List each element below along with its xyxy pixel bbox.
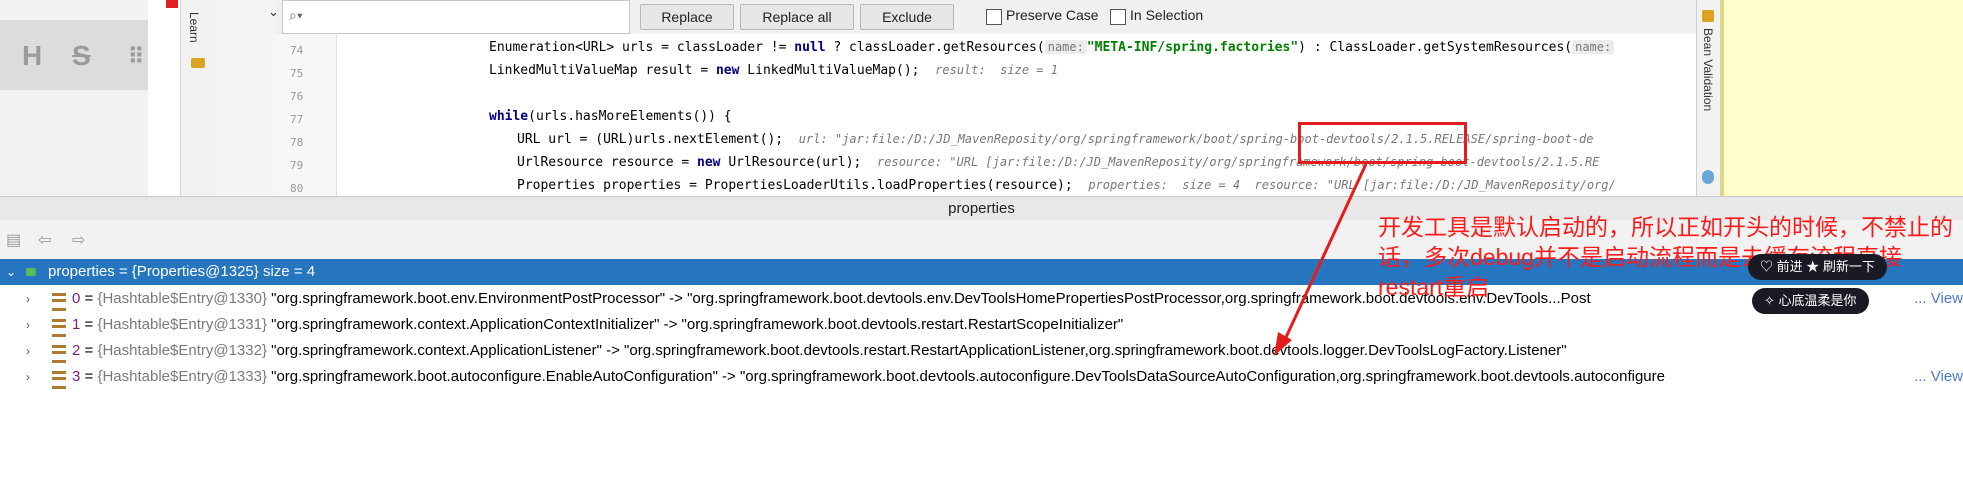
param-hint: name: [1572, 40, 1615, 54]
line-number: 78 [290, 136, 304, 149]
line-number-gutter [276, 34, 337, 196]
entry-value: "org.springframework.boot.autoconfigure.… [271, 368, 1665, 385]
forward-icon[interactable]: ⇨ [72, 230, 85, 250]
entry-index: 0 [72, 290, 81, 307]
code-text: UrlResource resource = [517, 155, 698, 170]
entry-text: 1 = {Hashtable$Entry@1331} "org.springfr… [72, 316, 1124, 333]
search-input[interactable]: ⌕▾ [282, 0, 630, 34]
view-link[interactable]: ... View [1914, 364, 1963, 390]
string-literal: "META-INF/spring.factories" [1086, 40, 1299, 55]
annotation-arrow [1274, 163, 1368, 356]
in-selection-checkbox[interactable] [1110, 9, 1126, 25]
code-text: LinkedMultiValueMap(); [739, 63, 920, 78]
param-hint: name: [1044, 40, 1087, 54]
keyword-new: new [697, 155, 721, 170]
chevron-area: ⌄ [216, 0, 279, 196]
keyword-while: while [489, 109, 529, 124]
entry-type: {Hashtable$Entry@1330} [97, 290, 267, 307]
code-line-77: while(urls.hasMoreElements()) { [489, 109, 732, 124]
bean-validation-strip[interactable]: Bean Validation [1696, 0, 1721, 196]
preserve-case-checkbox[interactable] [986, 9, 1002, 25]
entry-type: {Hashtable$Entry@1333} [97, 368, 267, 385]
danmaku-chip: ✧ 心底温柔是你 [1752, 288, 1869, 314]
code-text: ? classLoader.getResources( [825, 40, 1045, 55]
code-line-75: LinkedMultiValueMap result = new LinkedM… [489, 63, 1058, 78]
chevron-right-icon[interactable]: › [26, 364, 30, 390]
database-icon[interactable] [1702, 170, 1714, 184]
variable-value: = {Properties@1325} size = 4 [114, 263, 316, 280]
chevron-right-icon[interactable]: › [26, 286, 30, 312]
bean-validation-icon[interactable] [1702, 10, 1714, 22]
watch-icon[interactable]: ▤ [6, 230, 21, 250]
replace-all-button[interactable]: Replace all [740, 4, 854, 30]
root-variable: properties = {Properties@1325} size = 4 [48, 259, 315, 285]
field-icon [52, 319, 66, 337]
keyword-null: null [794, 40, 826, 55]
entry-index: 1 [72, 316, 81, 333]
arrow-shaft [1280, 163, 1368, 347]
bean-validation-label[interactable]: Bean Validation [1701, 28, 1715, 111]
close-corner[interactable] [166, 0, 178, 8]
learn-tool-window-strip[interactable]: Learn [180, 0, 218, 196]
line-number: 75 [290, 67, 304, 80]
chevron-right-icon[interactable]: › [26, 312, 30, 338]
field-icon [52, 371, 66, 389]
in-selection-label[interactable]: In Selection [1130, 7, 1203, 23]
line-number: 80 [290, 182, 304, 195]
exclude-button[interactable]: Exclude [860, 4, 954, 30]
entry-index: 3 [72, 368, 81, 385]
chevron-right-icon[interactable]: › [26, 338, 30, 364]
code-text: LinkedMultiValueMap result = [489, 63, 716, 78]
tree-row[interactable]: › 2 = {Hashtable$Entry@1332} "org.spring… [0, 338, 1963, 364]
search-icon[interactable]: ⌕▾ [289, 7, 303, 24]
left-toolbar-strip: H S ⠿ [0, 0, 148, 196]
notes-panel [1720, 0, 1963, 196]
keyword-new: new [715, 63, 740, 78]
replace-button[interactable]: Replace [640, 4, 734, 30]
entry-value: "org.springframework.context.Application… [271, 316, 1124, 333]
line-number: 77 [290, 113, 304, 126]
back-icon[interactable]: ⇦ [38, 230, 51, 250]
heading-icon[interactable]: H [22, 40, 42, 72]
line-number: 79 [290, 159, 304, 172]
inline-debug-value: result: size = 1 [935, 63, 1058, 77]
field-icon [52, 345, 66, 363]
entry-text: 3 = {Hashtable$Entry@1333} "org.springfr… [72, 368, 1665, 385]
line-number: 76 [290, 90, 304, 103]
strikethrough-icon[interactable]: S [72, 40, 91, 72]
learn-tab-label[interactable]: Learn [187, 12, 201, 43]
inline-debug-value: url: "jar:file:/D:/JD_MavenReposity/org/… [798, 132, 1594, 146]
code-text: URL url = (URL)urls.nextElement(); [517, 132, 784, 147]
variable-icon [26, 268, 36, 276]
danmaku-chip: ♡ 前进 ★ 刷新一下 [1748, 254, 1887, 280]
arrow-head [1274, 332, 1292, 356]
variable-name: properties [48, 263, 115, 280]
learn-icon[interactable] [191, 58, 205, 68]
code-line-80: Properties properties = PropertiesLoader… [517, 178, 1616, 193]
drag-handle-icon[interactable]: ⠿ [128, 44, 144, 70]
code-editor[interactable]: Enumeration<URL> urls = classLoader != n… [337, 34, 1696, 196]
field-icon [52, 293, 66, 311]
code-text: UrlResource(url); [720, 155, 862, 170]
code-text: Enumeration<URL> urls = classLoader != [489, 40, 795, 55]
code-line-74: Enumeration<URL> urls = classLoader != n… [489, 40, 1615, 55]
code-text: ) : ClassLoader.getSystemResources( [1298, 40, 1573, 55]
inline-debug-value: resource: "URL [jar:file:/D:/JD_MavenRep… [877, 155, 1600, 169]
code-text: Properties properties = PropertiesLoader… [517, 178, 1073, 193]
tree-row[interactable]: › 3 = {Hashtable$Entry@1333} "org.spring… [0, 364, 1963, 390]
chevron-down-icon[interactable]: ⌄ [6, 259, 16, 285]
entry-index: 2 [72, 342, 81, 359]
tree-row[interactable]: › 1 = {Hashtable$Entry@1331} "org.spring… [0, 312, 1963, 338]
entry-type: {Hashtable$Entry@1331} [97, 316, 267, 333]
code-text: (urls.hasMoreElements()) { [528, 109, 732, 124]
preserve-case-label[interactable]: Preserve Case [1006, 7, 1099, 23]
highlight-box [1298, 122, 1467, 164]
line-number: 74 [290, 44, 304, 57]
entry-type: {Hashtable$Entry@1332} [97, 342, 267, 359]
